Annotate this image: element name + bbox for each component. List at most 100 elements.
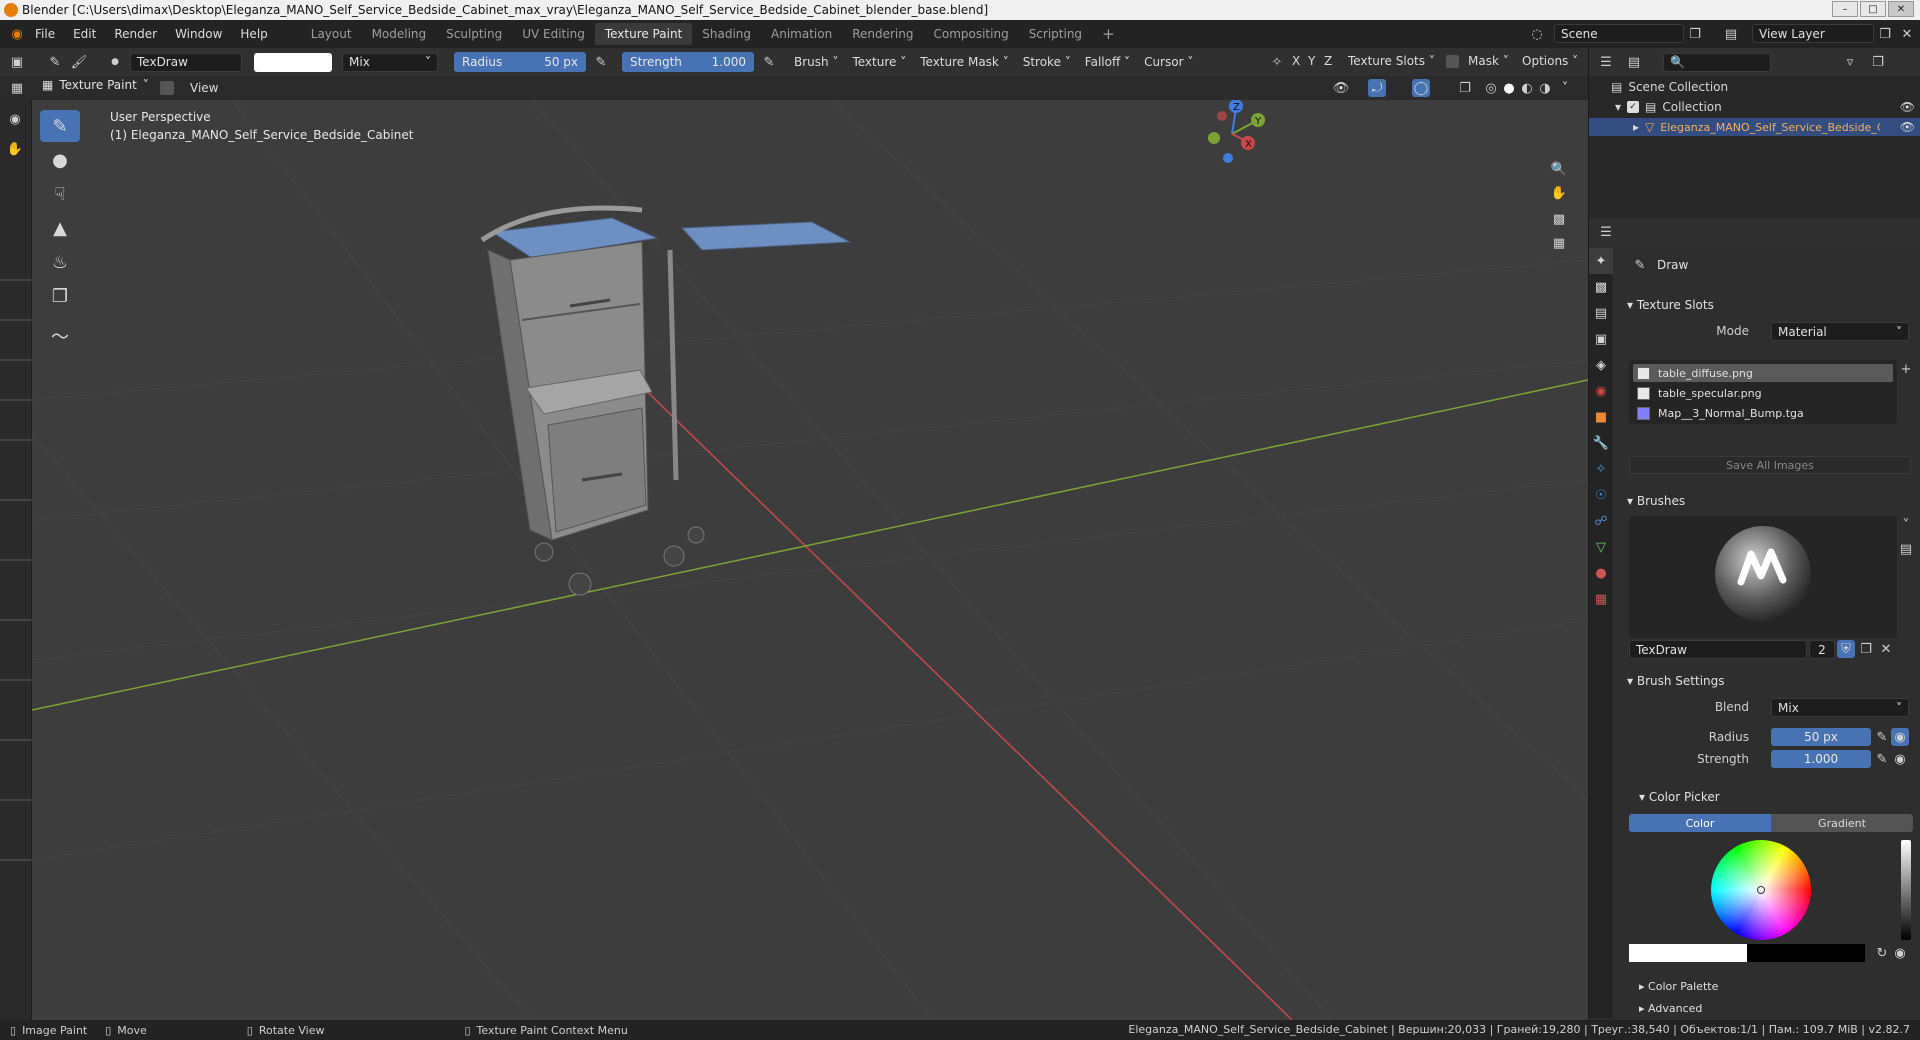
strength-pressure-icon[interactable]: ✎	[760, 53, 778, 71]
mirror-z-toggle[interactable]: Z	[1320, 54, 1336, 68]
navigate-icon[interactable]: ◉	[6, 110, 24, 128]
overlay-toggle-icon[interactable]: ◯	[1412, 79, 1430, 97]
paint-mask-toggle[interactable]	[160, 81, 174, 95]
physics-tab-icon[interactable]: ☉	[1589, 482, 1613, 508]
editor-type-icon[interactable]: ▣	[8, 53, 26, 71]
zoom-icon[interactable]: 🔍	[1550, 160, 1568, 178]
texture-slots-section-header[interactable]: ▾ Texture Slots	[1627, 298, 1714, 312]
brush-icon[interactable]: 🖌	[70, 53, 88, 71]
view-layer-selector[interactable]: View Layer	[1752, 24, 1874, 43]
brush-color-swatch[interactable]	[254, 52, 332, 72]
view-menu[interactable]: View	[186, 81, 222, 95]
mask-checkbox[interactable]	[1446, 55, 1459, 68]
visibility-icon[interactable]: 👁	[1332, 79, 1350, 97]
chevron-down-icon[interactable]: ˅	[1897, 516, 1915, 534]
color-palette-section-header[interactable]: ▸ Color Palette	[1639, 980, 1718, 993]
filter-icon[interactable]: ▿	[1841, 53, 1859, 71]
gizmo-toggle-icon[interactable]: ⤾	[1368, 79, 1386, 97]
soften-tool-button[interactable]: ●	[40, 144, 80, 176]
radius-unit-icon[interactable]: ◉	[1891, 728, 1909, 746]
outliner-object-row[interactable]: ▸ ▽ Eleganza_MANO_Self_Service_Bedside_C…	[1589, 118, 1920, 136]
texture-mask-menu[interactable]: Texture Mask ˅	[916, 55, 1012, 69]
close-window-button[interactable]: ✕	[1888, 1, 1914, 17]
blender-menu-icon[interactable]: ◉	[8, 25, 26, 43]
blend-dropdown[interactable]: Mix ˅	[1771, 698, 1909, 717]
xray-icon[interactable]: ❐	[1456, 79, 1474, 97]
radius-slider[interactable]: Radius 50 px	[454, 52, 586, 72]
remove-view-layer-icon[interactable]: ✕	[1898, 25, 1916, 43]
eyedropper-icon[interactable]: ◉	[1891, 944, 1909, 962]
menu-file[interactable]: File	[26, 27, 64, 41]
outliner-editor-icon[interactable]: ☰	[1597, 53, 1615, 71]
fill-tool-button[interactable]: ♨	[40, 246, 80, 278]
advanced-section-header[interactable]: ▸ Advanced	[1639, 1002, 1702, 1015]
strength-slider[interactable]: Strength 1.000	[622, 52, 754, 72]
tab-animation[interactable]: Animation	[761, 23, 842, 45]
pressure-icon[interactable]: ✎	[1873, 750, 1891, 768]
menu-help[interactable]: Help	[231, 27, 276, 41]
radius-slider[interactable]: 50 px	[1771, 728, 1871, 746]
gradient-tab[interactable]: Gradient	[1771, 814, 1913, 832]
output-tab-icon[interactable]: ▤	[1589, 300, 1613, 326]
tab-modeling[interactable]: Modeling	[362, 23, 437, 45]
save-all-images-button[interactable]: Save All Images	[1629, 456, 1911, 474]
tab-sculpting[interactable]: Sculpting	[436, 23, 512, 45]
outliner-collection-row[interactable]: ▾ ✓ ▤ Collection 👁	[1615, 100, 1915, 114]
tool-tab-icon[interactable]: ✦	[1589, 248, 1613, 274]
expand-arrow-icon[interactable]: ▾	[1615, 100, 1621, 114]
tab-rendering[interactable]: Rendering	[842, 23, 923, 45]
mask-menu[interactable]: Mask ˅	[1464, 54, 1513, 68]
color-swatches[interactable]	[1629, 944, 1865, 962]
mirror-y-toggle[interactable]: Y	[1304, 54, 1319, 68]
value-slider[interactable]	[1901, 840, 1911, 940]
tab-scripting[interactable]: Scripting	[1019, 23, 1092, 45]
menu-window[interactable]: Window	[166, 27, 231, 41]
brush-name-field[interactable]: TexDraw	[1629, 640, 1807, 659]
color-picker-section-header[interactable]: ▾ Color Picker	[1639, 790, 1720, 804]
material-shading-icon[interactable]: ◐	[1518, 79, 1536, 97]
tool-icon[interactable]: ✎	[46, 53, 64, 71]
unlink-brush-icon[interactable]: ✕	[1877, 640, 1895, 658]
maximize-button[interactable]: □	[1860, 1, 1886, 17]
pressure-icon[interactable]: ✎	[1873, 728, 1891, 746]
smear-tool-button[interactable]: ☟	[40, 178, 80, 210]
tab-uv-editing[interactable]: UV Editing	[512, 23, 595, 45]
mirror-x-toggle[interactable]: X	[1288, 54, 1304, 68]
falloff-menu[interactable]: Falloff ˅	[1081, 55, 1134, 69]
material-tab-icon[interactable]: ●	[1589, 560, 1613, 586]
texture-tab-icon[interactable]: ▦	[1589, 586, 1613, 612]
brush-name-field[interactable]: TexDraw	[130, 52, 242, 72]
draw-tool-button[interactable]: ✎	[40, 110, 80, 142]
modifiers-tab-icon[interactable]: 🔧	[1589, 430, 1613, 456]
tab-compositing[interactable]: Compositing	[923, 23, 1018, 45]
ortho-grid-icon[interactable]: ▦	[1550, 234, 1568, 252]
hand-pan-icon[interactable]: ✋	[6, 140, 24, 158]
collection-checkbox[interactable]: ✓	[1627, 101, 1640, 113]
stroke-menu[interactable]: Stroke ˅	[1019, 55, 1075, 69]
properties-editor-icon[interactable]: ☰	[1597, 223, 1615, 241]
navigation-gizmo[interactable]: Z Y X	[1192, 100, 1272, 170]
brush-preview-box[interactable]	[1629, 516, 1897, 638]
brushes-section-header[interactable]: ▾ Brushes	[1627, 494, 1685, 508]
mode-dropdown[interactable]: Material ˅	[1771, 322, 1909, 341]
menu-render[interactable]: Render	[105, 27, 166, 41]
clone-tool-button[interactable]: ▲	[40, 212, 80, 244]
brush-preview-icon[interactable]: ●	[106, 53, 124, 71]
blend-dropdown[interactable]: Mix ˅	[342, 52, 438, 72]
wireframe-shading-icon[interactable]: ◎	[1482, 79, 1500, 97]
swap-colors-icon[interactable]: ↻	[1873, 944, 1891, 962]
new-collection-icon[interactable]: ❐	[1869, 53, 1887, 71]
pan-hand-icon[interactable]: ✋	[1550, 184, 1568, 202]
brush-menu[interactable]: Brush ˅	[790, 55, 842, 69]
data-tab-icon[interactable]: ▽	[1589, 534, 1613, 560]
add-slot-icon[interactable]: +	[1897, 360, 1915, 378]
shading-options-icon[interactable]: ˅	[1556, 79, 1574, 97]
mask-tool-button[interactable]: ❐	[40, 280, 80, 312]
object-tab-icon[interactable]: ■	[1589, 404, 1613, 430]
new-view-layer-icon[interactable]: ❐	[1876, 25, 1894, 43]
texture-slots-menu[interactable]: Texture Slots ˅	[1344, 54, 1439, 68]
scene-selector[interactable]: Scene	[1554, 24, 1684, 43]
brush-settings-section-header[interactable]: ▾ Brush Settings	[1627, 674, 1725, 688]
brush-image-icon[interactable]: ▤	[1897, 540, 1915, 558]
constraints-tab-icon[interactable]: ☍	[1589, 508, 1613, 534]
